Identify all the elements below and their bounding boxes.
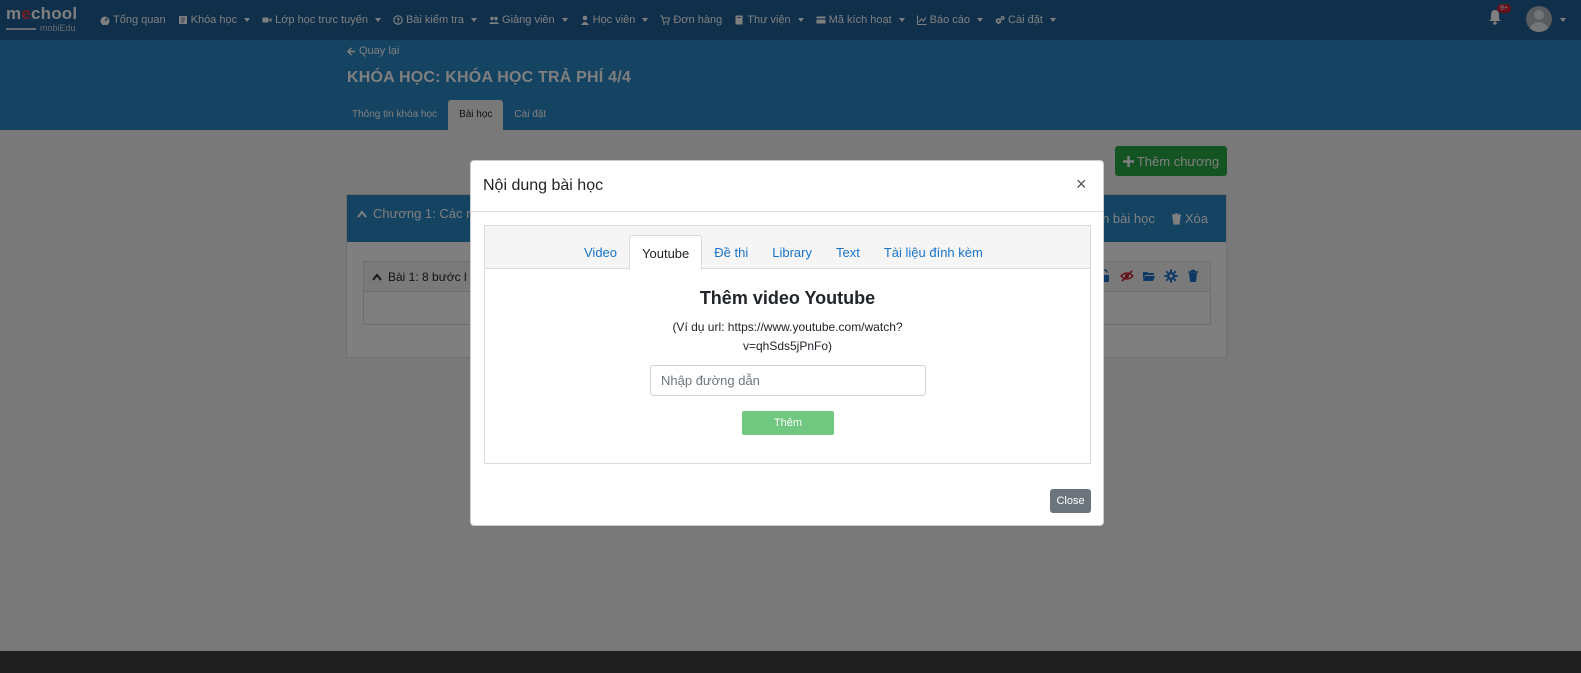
modal-title: Nội dung bài học [483,177,604,194]
close-button[interactable]: Close [1050,489,1091,513]
modal-header: Nội dung bài học × [471,161,1103,212]
tab-library[interactable]: Library [760,235,824,269]
youtube-example-url: (Ví dụ url: https://www.youtube.com/watc… [672,320,903,353]
content-type-panel: Video Youtube Đề thi Library Text Tài li… [484,225,1091,464]
tab-video[interactable]: Video [572,235,629,269]
add-youtube-button[interactable]: Thêm [742,411,834,435]
content-type-tabs: Video Youtube Đề thi Library Text Tài li… [572,235,995,270]
youtube-heading: Thêm video Youtube [699,288,876,308]
content-type-tabbar: Video Youtube Đề thi Library Text Tài li… [485,226,1090,270]
tab-youtube[interactable]: Youtube [629,235,703,270]
tab-attachments[interactable]: Tài liệu đính kèm [872,235,995,269]
tab-text[interactable]: Text [824,235,872,269]
lesson-content-modal: Nội dung bài học × Video Youtube Đề thi … [470,160,1104,526]
close-icon[interactable]: × [1076,175,1087,193]
tab-exam[interactable]: Đề thi [702,235,760,269]
youtube-url-input[interactable] [650,365,926,396]
